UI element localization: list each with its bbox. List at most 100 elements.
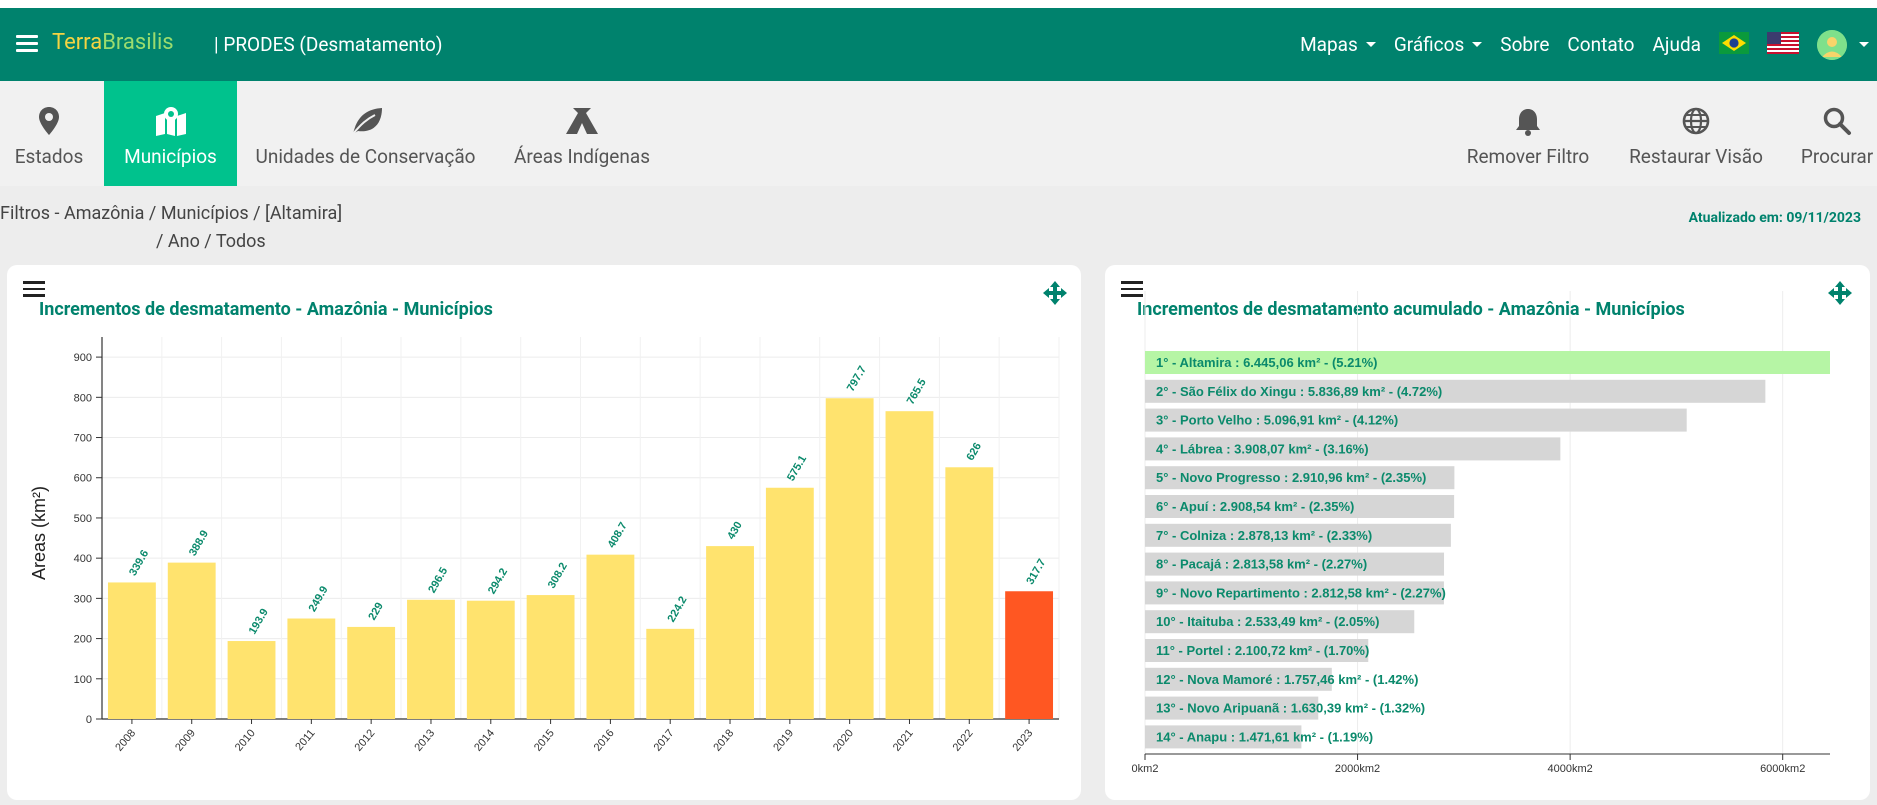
- x-tick-label: 2018: [711, 727, 736, 753]
- app-subtitle: | PRODES (Desmatamento): [214, 33, 443, 56]
- data-label: 388.9: [187, 528, 211, 558]
- bar: [107, 582, 156, 719]
- hbar-label: 5° - Novo Progresso : 2.910,96 km² - (2.…: [1156, 470, 1426, 485]
- remove-filter-button[interactable]: Remover Filtro: [1460, 81, 1596, 186]
- hbar-label: 12° - Nova Mamoré : 1.757,46 km² - (1.42…: [1156, 672, 1418, 687]
- hbar-label: 3° - Porto Velho : 5.096,91 km² - (4.12%…: [1156, 413, 1398, 428]
- tab-estados[interactable]: Estados: [0, 81, 98, 186]
- x-tick-label: 2020: [831, 727, 856, 753]
- nav-mapas-label: Mapas: [1300, 33, 1358, 56]
- data-label: 193.9: [247, 607, 271, 637]
- map-marker-icon: [38, 103, 60, 139]
- hbar-label: 9° - Novo Repartimento : 2.812,58 km² - …: [1156, 585, 1446, 600]
- bar: [945, 467, 994, 719]
- data-label: 408.7: [606, 520, 630, 550]
- bell-icon: [1514, 103, 1542, 139]
- data-label: 626: [964, 441, 984, 463]
- tab-unidades-conservacao[interactable]: Unidades de Conservação: [243, 81, 488, 186]
- y-tick-label: 600: [74, 473, 92, 485]
- x-tick-label: 2023: [1010, 727, 1035, 753]
- hbar-label: 13° - Novo Aripuanã : 1.630,39 km² - (1.…: [1156, 701, 1425, 716]
- brand-logo[interactable]: TerraBrasilis: [52, 30, 174, 55]
- data-label: 430: [725, 520, 745, 542]
- tent-icon: [564, 103, 600, 139]
- usa-flag-icon[interactable]: [1767, 31, 1799, 58]
- bar: [706, 546, 754, 719]
- x-tick-label: 2009: [173, 727, 198, 753]
- caret-down-icon: [1472, 42, 1483, 47]
- search-icon: [1822, 103, 1852, 139]
- nav-graficos-dropdown[interactable]: Gráficos: [1393, 33, 1483, 56]
- hbar-label: 1° - Altamira : 6.445,06 km² - (5.21%): [1156, 355, 1377, 370]
- chart-card-cumulative: Incrementos de desmatamento acumulado - …: [1105, 265, 1870, 800]
- search-label: Procurar: [1800, 145, 1874, 168]
- brand-part2: Brasilis: [102, 30, 174, 55]
- bar: [765, 487, 814, 719]
- x-tick-label: 2000km2: [1335, 763, 1380, 775]
- tab-areas-indigenas[interactable]: Áreas Indígenas: [508, 81, 656, 186]
- caret-down-icon: [1365, 42, 1376, 47]
- data-label: 296.5: [426, 565, 450, 595]
- x-tick-label: 2016: [592, 727, 617, 753]
- x-tick-label: 2015: [532, 727, 557, 753]
- y-tick-label: 800: [74, 392, 92, 404]
- brand-part1: Terra: [52, 30, 103, 55]
- hbar-label: 4° - Lábrea : 3.908,07 km² - (3.16%): [1156, 441, 1369, 456]
- nav-mapas-dropdown[interactable]: Mapas: [1300, 33, 1376, 56]
- bar: [825, 398, 874, 719]
- data-label: 308.2: [546, 561, 570, 591]
- top-strip: [0, 0, 1877, 8]
- x-tick-label: 2019: [771, 727, 796, 753]
- filter-line-1: Filtros - Amazônia / Municípios / [Altam…: [0, 203, 343, 224]
- data-label: 294.2: [486, 566, 510, 596]
- data-label: 797.7: [845, 364, 869, 394]
- bar: [466, 600, 515, 719]
- y-tick-label: 500: [74, 513, 92, 525]
- x-tick-label: 4000km2: [1547, 763, 1592, 775]
- search-button[interactable]: Procurar: [1797, 81, 1877, 186]
- y-tick-label: 400: [74, 553, 92, 565]
- tab-municipios[interactable]: Municípios: [104, 81, 237, 186]
- tab-municipios-label: Municípios: [124, 145, 217, 168]
- navbar: TerraBrasilis | PRODES (Desmatamento) Ma…: [0, 8, 1877, 81]
- bar: [586, 554, 635, 719]
- bar: [287, 618, 336, 719]
- nav-sobre-link[interactable]: Sobre: [1500, 33, 1549, 56]
- nav-ajuda-link[interactable]: Ajuda: [1653, 33, 1701, 56]
- user-menu[interactable]: [1817, 29, 1869, 60]
- filter-line-2: / Ano / Todos: [156, 231, 266, 252]
- y-tick-label: 100: [74, 674, 92, 686]
- x-tick-label: 2012: [353, 727, 378, 753]
- bar: [227, 641, 276, 719]
- data-label: 224.2: [665, 595, 689, 625]
- bar: [1005, 591, 1054, 719]
- menu-icon[interactable]: [16, 35, 38, 53]
- restore-view-button[interactable]: Restaurar Visão: [1620, 81, 1772, 186]
- y-tick-label: 900: [74, 352, 92, 364]
- y-tick-label: 0: [86, 714, 92, 726]
- tab-estados-label: Estados: [14, 145, 84, 168]
- hbar-label: 11° - Portel : 2.100,72 km² - (1.70%): [1156, 643, 1369, 658]
- data-label: 339.6: [127, 548, 151, 578]
- hbar-label: 6° - Apuí : 2.908,54 km² - (2.35%): [1156, 499, 1354, 514]
- restore-view-label: Restaurar Visão: [1629, 145, 1763, 168]
- bar-chart: Areas (km²) 0 100 200 300 400 500 600 700 800 900…: [29, 337, 1060, 754]
- globe-icon: [1681, 103, 1711, 139]
- x-tick-label: 2014: [472, 727, 497, 753]
- y-axis-label: Areas (km²): [29, 486, 49, 580]
- hbar-label: 10° - Itaituba : 2.533,49 km² - (2.05%): [1156, 614, 1379, 629]
- x-tick-label: 2017: [652, 727, 677, 753]
- hbar-label: 7° - Colniza : 2.878,13 km² - (2.33%): [1156, 528, 1372, 543]
- chart-card-increments: Incrementos de desmatamento - Amazônia -…: [7, 265, 1081, 800]
- x-tick-label: 2008: [113, 727, 138, 753]
- x-tick-label: 2010: [233, 727, 258, 753]
- nav-graficos-label: Gráficos: [1393, 33, 1465, 56]
- map-location-icon: [154, 103, 188, 139]
- x-tick-label: 2013: [412, 727, 437, 753]
- tab-unidades-label: Unidades de Conservação: [255, 145, 476, 168]
- nav-contato-link[interactable]: Contato: [1567, 33, 1634, 56]
- layer-toolbar: Estados Municípios Unidades de Conservaç…: [0, 81, 1877, 186]
- brazil-flag-icon[interactable]: [1719, 31, 1749, 58]
- x-tick-label: 2022: [951, 727, 976, 753]
- user-avatar-icon: [1817, 29, 1847, 60]
